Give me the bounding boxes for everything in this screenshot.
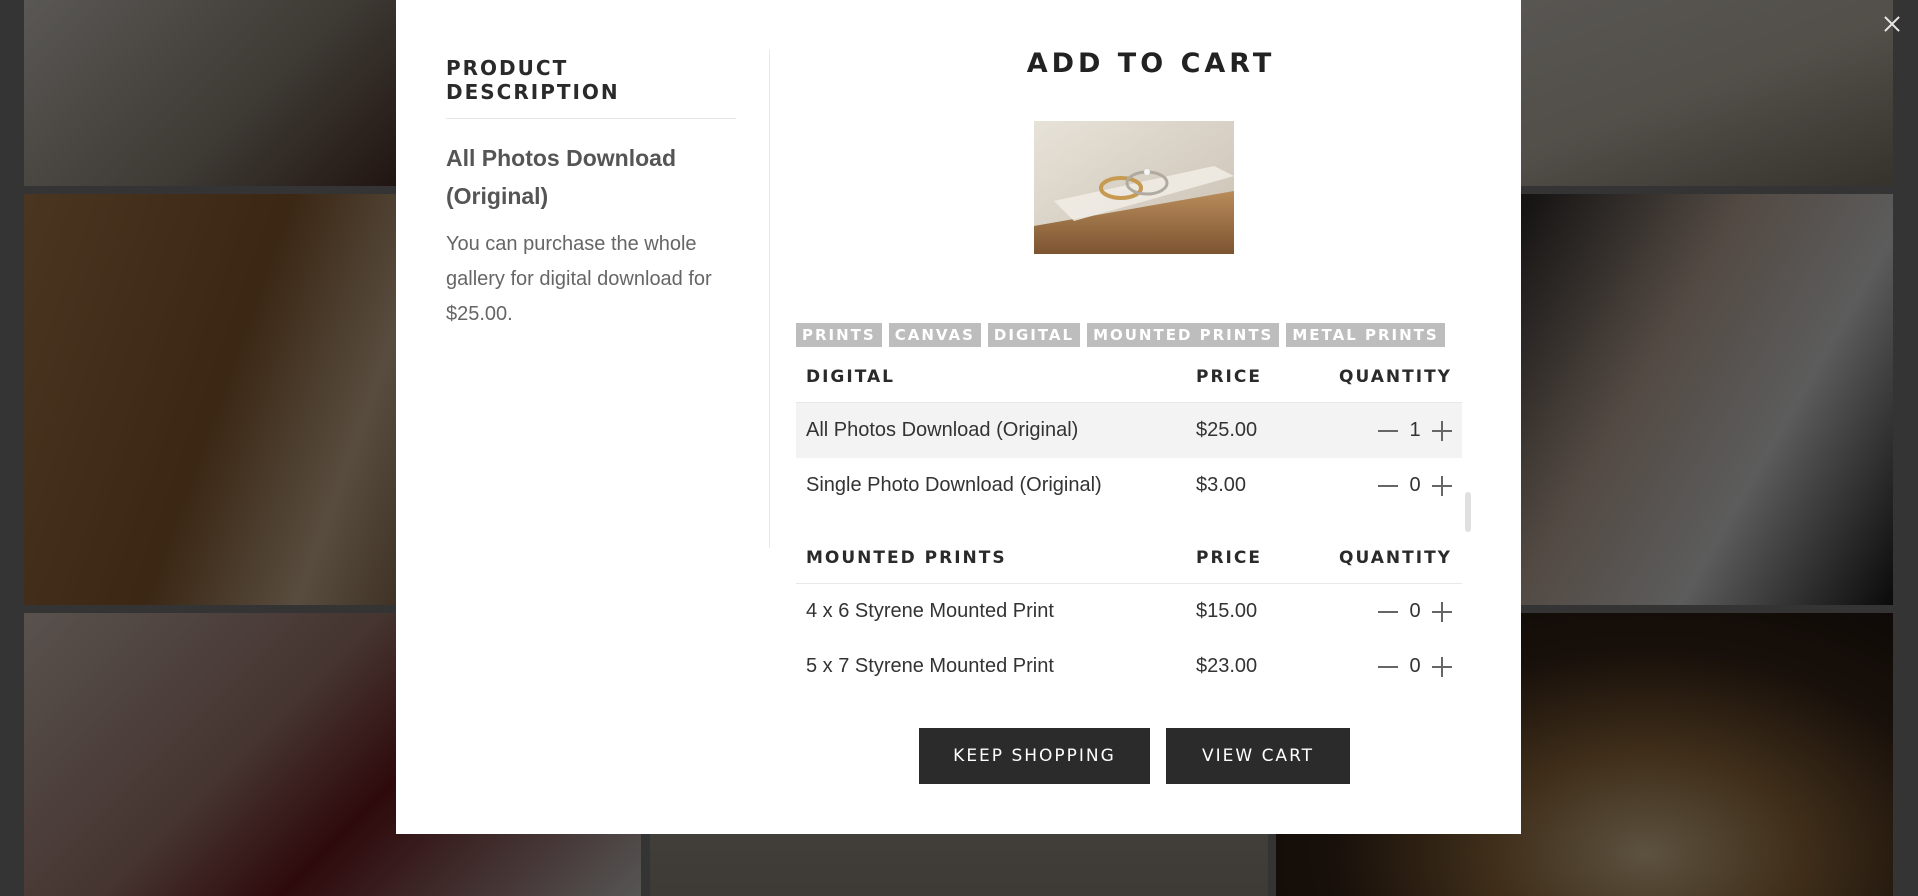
- product-row-name: 5 x 7 Styrene Mounted Print: [806, 655, 1054, 677]
- close-icon[interactable]: [1880, 12, 1904, 36]
- tab-mounted-prints[interactable]: MOUNTED PRINTS: [1087, 323, 1280, 347]
- product-row-price: $15.00: [1196, 600, 1258, 622]
- vertical-divider: [769, 50, 770, 548]
- product-row-name: All Photos Download (Original): [806, 419, 1079, 441]
- quantity-value: 0: [1409, 600, 1421, 622]
- minus-icon[interactable]: [1378, 665, 1398, 668]
- tab-digital[interactable]: DIGITAL: [987, 323, 1081, 347]
- section-header-digital: DIGITAL PRICE QUANTITY: [796, 352, 1462, 403]
- quantity-stepper: 0: [1316, 474, 1462, 497]
- product-description-panel: PRODUCT DESCRIPTION All Photos Download …: [446, 56, 736, 332]
- section-name: DIGITAL: [806, 367, 895, 387]
- tab-metal-prints[interactable]: METAL PRINTS: [1286, 323, 1445, 347]
- quantity-value: 0: [1409, 474, 1421, 496]
- product-row-price: $3.00: [1196, 474, 1247, 496]
- product-row-price: $25.00: [1196, 419, 1258, 441]
- price-header: PRICE: [1196, 548, 1262, 568]
- quantity-header: QUANTITY: [1339, 548, 1452, 568]
- section-header-mounted-prints: MOUNTED PRINTS PRICE QUANTITY: [796, 533, 1462, 584]
- add-to-cart-modal: PRODUCT DESCRIPTION All Photos Download …: [396, 0, 1521, 834]
- quantity-stepper: 0: [1316, 600, 1462, 623]
- product-description-heading: PRODUCT DESCRIPTION: [446, 56, 736, 119]
- plus-icon[interactable]: [1432, 601, 1452, 622]
- product-row: 4 x 6 Styrene Mounted Print $15.00 0: [796, 584, 1462, 639]
- quantity-value: 1: [1409, 419, 1421, 441]
- cart-product-list[interactable]: DIGITAL PRICE QUANTITY All Photos Downlo…: [796, 352, 1462, 694]
- quantity-value: 0: [1409, 655, 1421, 677]
- plus-icon[interactable]: [1432, 475, 1452, 496]
- plus-icon[interactable]: [1432, 420, 1452, 441]
- add-to-cart-title: ADD TO CART: [1026, 48, 1276, 79]
- minus-icon[interactable]: [1378, 429, 1398, 432]
- quantity-stepper: 0: [1316, 655, 1462, 678]
- tab-prints[interactable]: PRINTS: [796, 323, 882, 347]
- product-description-text: You can purchase the whole gallery for d…: [446, 233, 712, 325]
- plus-icon[interactable]: [1432, 656, 1452, 677]
- quantity-header: QUANTITY: [1339, 367, 1452, 387]
- tab-canvas[interactable]: CANVAS: [888, 323, 981, 347]
- product-name: All Photos Download (Original): [446, 145, 676, 209]
- product-row: All Photos Download (Original) $25.00 1: [796, 403, 1462, 458]
- section-name: MOUNTED PRINTS: [806, 548, 1007, 568]
- product-row-name: Single Photo Download (Original): [806, 474, 1102, 496]
- quantity-stepper: 1: [1316, 419, 1462, 442]
- product-thumbnail: [1034, 121, 1234, 254]
- minus-icon[interactable]: [1378, 484, 1398, 487]
- minus-icon[interactable]: [1378, 610, 1398, 613]
- price-header: PRICE: [1196, 367, 1262, 387]
- product-row: 5 x 7 Styrene Mounted Print $23.00 0: [796, 639, 1462, 694]
- product-category-tabs: PRINTS CANVAS DIGITAL MOUNTED PRINTS MET…: [796, 323, 1445, 347]
- scrollbar[interactable]: [1465, 492, 1471, 532]
- product-row-price: $23.00: [1196, 655, 1258, 677]
- product-row-name: 4 x 6 Styrene Mounted Print: [806, 600, 1054, 622]
- product-row: Single Photo Download (Original) $3.00 0: [796, 458, 1462, 513]
- keep-shopping-button[interactable]: KEEP SHOPPING: [919, 728, 1150, 784]
- view-cart-button[interactable]: VIEW CART: [1166, 728, 1350, 784]
